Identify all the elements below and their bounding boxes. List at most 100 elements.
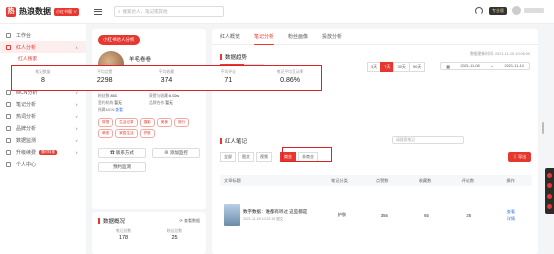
note-thumbnail[interactable]: [224, 204, 240, 226]
note-saves: 65: [424, 212, 429, 218]
chevron-down-icon: ∨: [75, 149, 78, 155]
tag-list: 穿搭 生活记录 摄影 美食 旅行 萌宠 家居生活 护肤: [98, 118, 200, 140]
overview-value: 25: [171, 235, 178, 241]
sidebar-item-workbench[interactable]: 工作台: [0, 29, 86, 41]
tab-ads-analysis[interactable]: 投放分析: [322, 29, 342, 44]
search-input[interactable]: [122, 9, 218, 14]
field-mcn[interactable]: 所属MCN:查看: [98, 108, 149, 113]
filter-highlight-box: [282, 147, 332, 162]
metric-label: 平均点赞: [97, 70, 113, 74]
column-header: 操作: [506, 177, 515, 183]
platform-switch[interactable]: 小红书版 ∨: [54, 7, 80, 16]
date-range-picker[interactable]: ▦ 2021-11-08 → 2021-11-14: [440, 62, 530, 70]
sidebar-item-influencer-analysis[interactable]: 红人分析 ∧: [0, 41, 86, 53]
note-title[interactable]: 数字数据：谁都有听过 这些都是: [243, 209, 321, 215]
tag[interactable]: 摄影: [139, 118, 155, 127]
chevron-down-icon: ∨: [75, 125, 78, 131]
range-90d[interactable]: 90天: [408, 62, 426, 72]
app-logo[interactable]: 热 热浪数据 小红书版 ∨: [0, 6, 86, 17]
filter-image[interactable]: 图文: [238, 152, 254, 162]
column-header[interactable]: 评论数: [446, 178, 489, 184]
metric-label: 笔记数量: [35, 70, 51, 74]
fire-icon: [6, 113, 11, 119]
field-key: 粉丝数:: [98, 94, 111, 98]
tag[interactable]: 萌宠: [98, 129, 114, 138]
filter-all[interactable]: 全部: [220, 152, 236, 162]
toolbar-action-icon[interactable]: [547, 172, 552, 178]
column-header[interactable]: 点赞数: [361, 178, 404, 184]
view-link[interactable]: 查看: [507, 209, 515, 214]
user-avatar[interactable]: [512, 6, 521, 15]
sidebar: 工作台 红人分析∧ 红人搜索 红人排行榜 红人对比 MCN分析∨ 笔记分析∨ 热…: [0, 24, 86, 254]
tag[interactable]: 穿搭: [98, 118, 114, 127]
export-button[interactable]: ⇩ 导出: [508, 152, 532, 162]
sidebar-item-label: 红人分析: [16, 44, 37, 51]
notes-search-input[interactable]: 请搜索笔记: [392, 136, 464, 144]
tab-overview[interactable]: 红人概览: [220, 29, 240, 44]
tag[interactable]: 护肤: [139, 129, 155, 138]
range-30d[interactable]: 30天: [393, 62, 410, 72]
sidebar-item-label: 数据监测: [16, 137, 37, 144]
schedule-monitor-button[interactable]: 预约监测: [98, 162, 146, 172]
tab-fans-profile[interactable]: 粉丝画像: [288, 29, 308, 44]
toolbar-action-icon[interactable]: [547, 183, 552, 189]
detail-link[interactable]: 详情: [507, 216, 515, 221]
overview-cell-notes: 笔记总数 178: [98, 229, 149, 241]
sidebar-item-label: 红人搜索: [18, 57, 38, 62]
tag[interactable]: 美食: [156, 118, 172, 127]
note-meta: 2021-11-09 10:22:15 图文: [243, 216, 284, 221]
brand-icon: [6, 125, 11, 131]
toolbar-action-icon[interactable]: [547, 193, 552, 199]
field-likes: 获赞与收藏:6.02w: [149, 94, 200, 99]
note-comments: 25: [466, 212, 472, 218]
field-key: 品牌合作:: [149, 101, 166, 105]
search-box[interactable]: ⌕: [114, 6, 224, 17]
export-button-label: 导出: [518, 154, 527, 159]
add-monitor-button[interactable]: ⊕ 添加监控: [152, 148, 200, 158]
user-name[interactable]: [524, 8, 544, 13]
sidebar-item-label: 笔记分析: [16, 101, 37, 108]
note-actions: 查看 详情: [490, 208, 532, 222]
sidebar-item-upgrade[interactable]: 升级续费 限时特惠 ∨: [0, 146, 86, 158]
home-icon: [6, 32, 11, 38]
notes-table-header: 文章标题 笔记分类 点赞数 收藏数 评论数 操作: [220, 175, 532, 186]
column-header[interactable]: 收藏数: [404, 178, 447, 184]
overview-link[interactable]: ⟳ 查看数据: [180, 218, 200, 224]
analysis-type-pill: 小红书达人分析: [98, 35, 140, 45]
field-agency: 签约机构:暂无: [98, 101, 149, 106]
field-value[interactable]: 查看: [115, 108, 123, 112]
tag[interactable]: 旅行: [173, 118, 190, 127]
metric-avg-likes: 平均点赞 2298: [74, 66, 136, 90]
sidebar-item-monitor[interactable]: 数据监测 ∨: [0, 134, 86, 146]
menu-toggle-icon[interactable]: [94, 8, 102, 15]
note-category: 护肤: [337, 212, 347, 217]
toolbar-action-icon[interactable]: [547, 204, 552, 210]
sidebar-sub-influencer-search[interactable]: 红人搜索: [0, 53, 86, 64]
sidebar-item-brand[interactable]: 品牌分析 ∨: [0, 122, 86, 134]
sidebar-item-profile[interactable]: 个人中心: [0, 158, 86, 170]
contact-button-label: 联系方式: [115, 150, 134, 155]
sidebar-item-label: 品牌分析: [16, 125, 37, 132]
floating-toolbar: [545, 168, 554, 214]
tag[interactable]: 家居生活: [115, 129, 138, 138]
monitor-icon: [6, 137, 11, 143]
metric-engagement-rate: 笔记平均互动率 0.86%: [259, 66, 321, 90]
contact-button[interactable]: ☎ 联系方式: [98, 148, 146, 158]
tag[interactable]: 生活记录: [115, 118, 138, 127]
field-value: 暂无: [114, 101, 122, 105]
metric-note-count: 笔记数量 8: [12, 66, 74, 90]
scrollbar-thumb[interactable]: [542, 122, 544, 134]
vip-badge[interactable]: 专业版: [489, 6, 507, 15]
field-key: 获赞与收藏:: [149, 94, 170, 98]
tab-note-analysis[interactable]: 笔记分析: [254, 29, 275, 45]
tab-bar: 红人概览 笔记分析 粉丝画像 投放分析: [212, 29, 538, 45]
support-headset-icon[interactable]: [475, 6, 483, 15]
filter-video[interactable]: 视频: [256, 152, 272, 162]
chevron-down-icon: ∨: [75, 101, 78, 107]
sidebar-item-notes[interactable]: 笔记分析 ∨: [0, 98, 86, 110]
range-7d[interactable]: 7天: [380, 62, 395, 72]
range-3d[interactable]: 3天: [367, 62, 382, 72]
sidebar-item-hotwords[interactable]: 热词分析 ∨: [0, 110, 86, 122]
date-to: 2021-11-14: [504, 64, 524, 68]
range-toggle: 3天 7天 30天 90天: [367, 62, 426, 72]
